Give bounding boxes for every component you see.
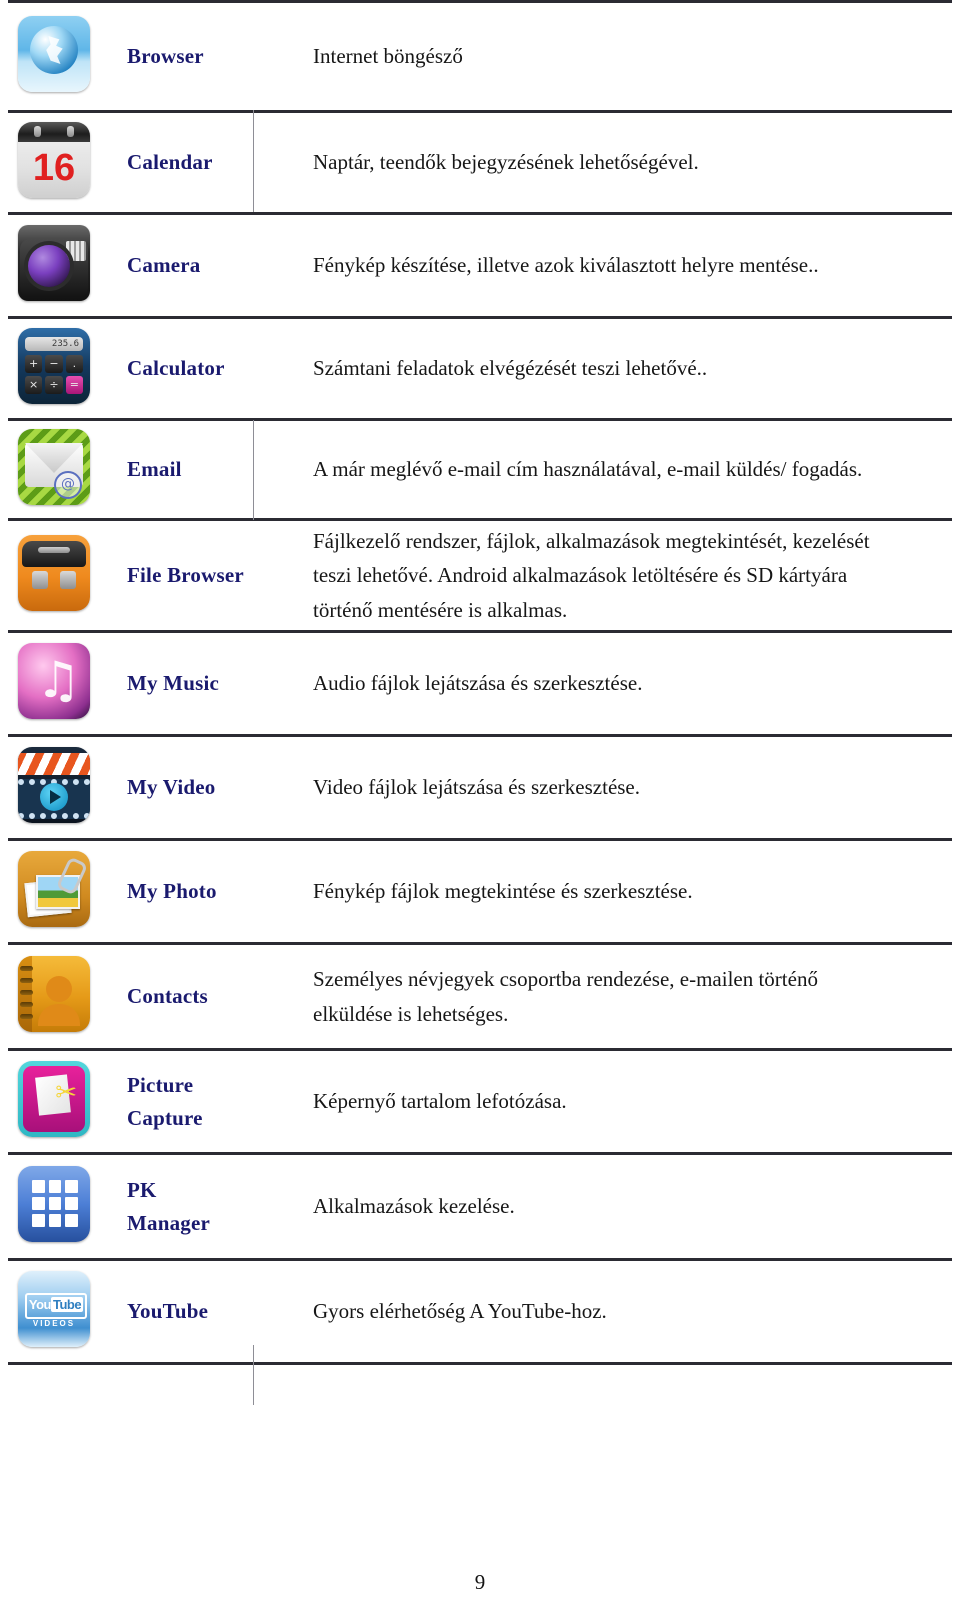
row-icon-cell <box>8 519 113 633</box>
browser-globe-icon <box>18 16 90 92</box>
row-icon-cell <box>8 735 113 841</box>
app-description: Alkalmazások kezelése. <box>263 1153 952 1261</box>
youtube-wordmark: You Tube <box>25 1293 87 1319</box>
app-name: Camera <box>113 213 263 319</box>
youtube-videos-label: VIDEOS <box>32 1319 76 1328</box>
row-icon-cell <box>8 943 113 1051</box>
app-name: My Music <box>113 631 263 737</box>
app-name: My Photo <box>113 839 263 945</box>
row-icon-cell: @ <box>8 419 113 521</box>
calculator-icon: 235.6 + − . × ÷ = <box>18 328 90 404</box>
table-row[interactable]: 235.6 + − . × ÷ = Calculator Számtani fe… <box>8 317 952 421</box>
at-sign-icon: @ <box>54 471 82 499</box>
desc-line: Gyors elérhetőség A YouTube-hoz. <box>313 1299 607 1324</box>
table-row[interactable]: ✂ Picture Capture Képernyő tartalom lefo… <box>8 1049 952 1155</box>
desc-line: Számtani feladatok elvégézését teszi leh… <box>313 356 708 381</box>
table-row[interactable]: My Video Video fájlok lejátszása és szer… <box>8 735 952 841</box>
app-name: PK Manager <box>113 1153 263 1261</box>
app-description: Internet böngésző <box>263 0 952 113</box>
app-description: A már meglévő e-mail cím használatával, … <box>263 419 952 521</box>
contacts-book-icon <box>18 956 90 1032</box>
calc-key-equals: = <box>65 376 83 394</box>
row-icon-cell <box>8 213 113 319</box>
calc-key-dot: . <box>65 355 83 373</box>
music-note-icon: ♫ <box>18 643 90 719</box>
table-row[interactable]: My Photo Fénykép fájlok megtekintése és … <box>8 839 952 945</box>
file-browser-bag-icon <box>18 535 90 611</box>
row-icon-cell: 16 <box>8 111 113 215</box>
app-name: Calendar <box>113 111 263 215</box>
desc-line: Audio fájlok lejátszása és szerkesztése. <box>313 671 643 696</box>
desc-line: Fénykép fájlok megtekintése és szerkeszt… <box>313 879 693 904</box>
table-row[interactable]: PK Manager Alkalmazások kezelése. <box>8 1153 952 1261</box>
app-description: Személyes névjegyek csoportba rendezése,… <box>263 943 952 1051</box>
applications-table: Browser Internet böngésző 16 Calendar Na… <box>8 0 952 1365</box>
desc-line: Személyes névjegyek csoportba rendezése,… <box>313 967 818 992</box>
page-number: 9 <box>474 1570 486 1594</box>
calc-key-plus: + <box>25 355 43 373</box>
email-envelope-icon: @ <box>18 429 90 505</box>
video-clapper-icon <box>18 747 90 823</box>
app-description: Audio fájlok lejátszása és szerkesztése. <box>263 631 952 737</box>
app-description: Fénykép készítése, illetve azok kiválasz… <box>263 213 952 319</box>
row-icon-cell: You Tube VIDEOS <box>8 1259 113 1365</box>
app-name: Email <box>113 419 263 521</box>
desc-line: A már meglévő e-mail cím használatával, … <box>313 457 863 482</box>
app-description: Fájlkezelő rendszer, fájlok, alkalmazáso… <box>263 519 952 633</box>
table-row[interactable]: File Browser Fájlkezelő rendszer, fájlok… <box>8 519 952 633</box>
table-row[interactable]: @ Email A már meglévő e-mail cím használ… <box>8 419 952 521</box>
table-row[interactable]: 16 Calendar Naptár, teendők bejegyzéséne… <box>8 111 952 215</box>
app-name: My Video <box>113 735 263 841</box>
column-divider <box>253 110 254 212</box>
app-description: Képernyő tartalom lefotózása. <box>263 1049 952 1155</box>
table-row[interactable]: You Tube VIDEOS YouTube Gyors elérhetőség… <box>8 1259 952 1365</box>
desc-line: Internet böngésző <box>313 44 463 69</box>
app-name: Contacts <box>113 943 263 1051</box>
calc-key-times: × <box>25 376 43 394</box>
document-page: Browser Internet böngésző 16 Calendar Na… <box>0 0 960 1623</box>
calendar-day-number: 16 <box>32 147 76 189</box>
column-divider <box>253 420 254 520</box>
app-description: Gyors elérhetőség A YouTube-hoz. <box>263 1259 952 1365</box>
desc-line: Alkalmazások kezelése. <box>313 1194 515 1219</box>
desc-line: teszi lehetővé. Android alkalmazások let… <box>313 563 848 588</box>
app-name: YouTube <box>113 1259 263 1365</box>
row-icon-cell <box>8 1153 113 1261</box>
photo-stack-icon <box>18 851 90 927</box>
column-divider <box>253 1345 254 1405</box>
desc-line: történő mentésére is alkalmas. <box>313 597 568 622</box>
app-name: Picture Capture <box>113 1049 263 1155</box>
pk-manager-grid-icon <box>18 1166 90 1242</box>
app-name: File Browser <box>113 519 263 633</box>
calendar-icon: 16 <box>18 122 90 198</box>
app-description: Fénykép fájlok megtekintése és szerkeszt… <box>263 839 952 945</box>
calc-key-minus: − <box>45 355 63 373</box>
app-description: Számtani feladatok elvégézését teszi leh… <box>263 317 952 421</box>
row-icon-cell <box>8 0 113 113</box>
app-name: Calculator <box>113 317 263 421</box>
app-description: Video fájlok lejátszása és szerkesztése. <box>263 735 952 841</box>
camera-icon <box>18 225 90 301</box>
youtube-icon: You Tube VIDEOS <box>18 1271 90 1347</box>
app-description: Naptár, teendők bejegyzésének lehetőségé… <box>263 111 952 215</box>
table-row[interactable]: Camera Fénykép készítése, illetve azok k… <box>8 213 952 319</box>
row-icon-cell: 235.6 + − . × ÷ = <box>8 317 113 421</box>
calc-key-divide: ÷ <box>45 376 63 394</box>
desc-line: elküldése is lehetséges. <box>313 1001 509 1026</box>
desc-line: Fénykép készítése, illetve azok kiválasz… <box>313 253 819 278</box>
desc-line: Képernyő tartalom lefotózása. <box>313 1089 567 1114</box>
picture-capture-icon: ✂ <box>18 1061 90 1137</box>
row-icon-cell: ♫ <box>8 631 113 737</box>
table-row[interactable]: Contacts Személyes névjegyek csoportba r… <box>8 943 952 1051</box>
table-row[interactable]: Browser Internet böngésző <box>8 0 952 113</box>
calculator-display: 235.6 <box>25 337 83 351</box>
desc-line: Naptár, teendők bejegyzésének lehetőségé… <box>313 150 699 175</box>
row-icon-cell <box>8 839 113 945</box>
desc-line: Video fájlok lejátszása és szerkesztése. <box>313 775 641 800</box>
desc-line: Fájlkezelő rendszer, fájlok, alkalmazáso… <box>313 529 870 554</box>
row-icon-cell: ✂ <box>8 1049 113 1155</box>
app-name: Browser <box>113 0 263 113</box>
table-row[interactable]: ♫ My Music Audio fájlok lejátszása és sz… <box>8 631 952 737</box>
